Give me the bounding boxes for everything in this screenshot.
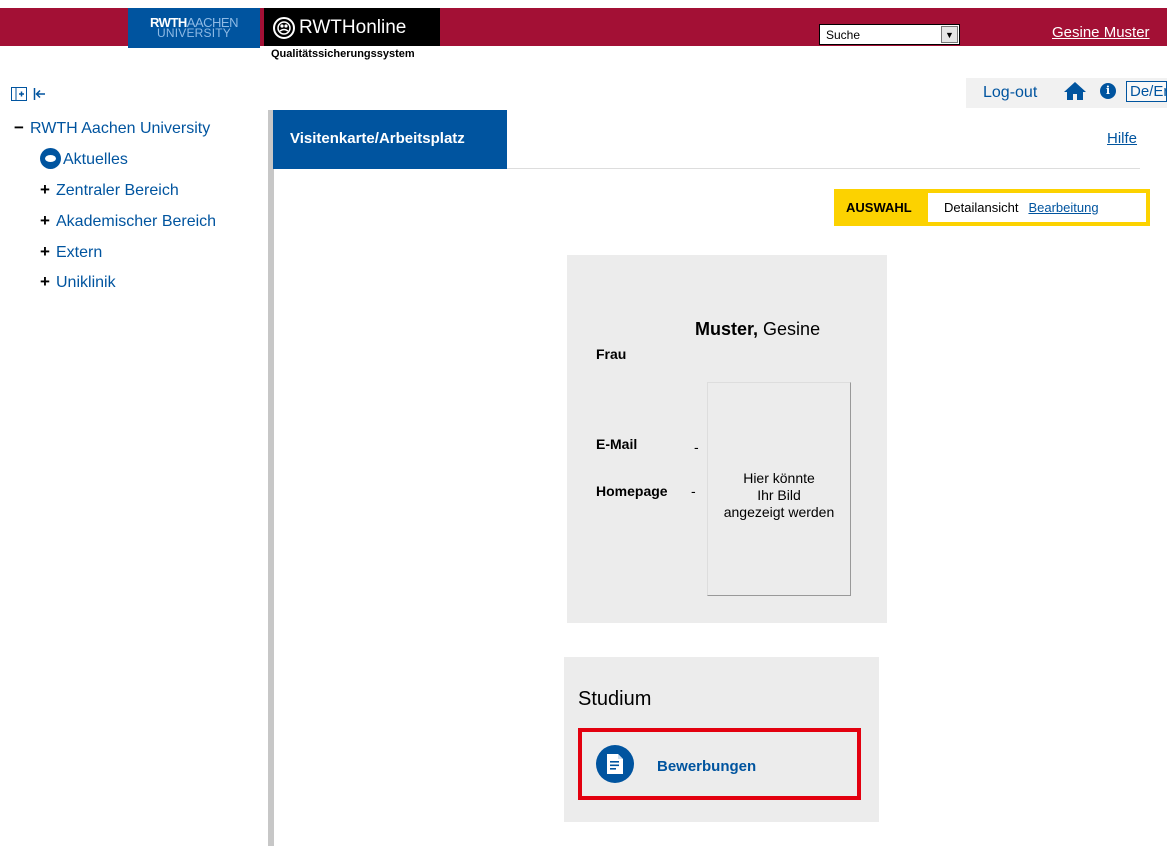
app-name: RWTHonline <box>299 17 407 38</box>
expand-icon[interactable]: + <box>40 272 56 292</box>
user-name-link[interactable]: Gesine Muster <box>1052 24 1150 41</box>
edit-view-link[interactable]: Bearbeitung <box>1028 200 1098 215</box>
divider <box>507 168 1140 169</box>
chevron-down-icon[interactable]: ▼ <box>941 26 958 43</box>
sidebar-divider[interactable] <box>268 110 274 846</box>
photo-placeholder: Hier könnte Ihr Bild angezeigt werden <box>707 382 851 596</box>
collapse-icon[interactable]: − <box>14 118 30 138</box>
last-name: Muster, <box>695 319 759 339</box>
language-switch[interactable]: De/En <box>1126 81 1167 102</box>
email-label: E-Mail <box>596 436 638 452</box>
expand-icon[interactable]: + <box>40 180 56 200</box>
app-subtitle: Qualitätssicherungssystem <box>271 48 415 60</box>
expand-icon[interactable]: + <box>40 211 56 231</box>
email-value: - <box>694 439 699 455</box>
homepage-label: Homepage <box>596 483 668 499</box>
collapse-sidebar-icon[interactable] <box>33 87 47 104</box>
expand-tree-icon[interactable] <box>11 87 27 104</box>
detail-view-option: Detailansicht <box>944 200 1019 215</box>
news-icon <box>40 148 61 169</box>
tree-item-aktuelles[interactable]: Aktuelles <box>40 148 128 169</box>
tree-item-uniklinik[interactable]: + Uniklinik <box>40 272 116 292</box>
tree-item-label: Aktuelles <box>63 151 128 168</box>
tree-item-rwth-aachen-university[interactable]: − RWTH Aachen University <box>14 118 210 138</box>
help-link[interactable]: Hilfe <box>1107 130 1137 147</box>
sidebar-controls <box>11 87 47 104</box>
home-icon[interactable] <box>1063 80 1087 102</box>
applications-link[interactable]: Bewerbungen <box>657 758 756 775</box>
tree-item-extern[interactable]: + Extern <box>40 242 102 262</box>
studium-title: Studium <box>578 688 652 710</box>
person-name: Muster, Gesine <box>695 319 820 340</box>
photo-placeholder-line: angezeigt werden <box>723 503 835 520</box>
view-selector-label: AUSWAHL <box>838 193 928 222</box>
first-name: Gesine <box>763 319 821 339</box>
tree-item-label: Uniklinik <box>56 274 116 291</box>
tab-visitenkarte[interactable]: Visitenkarte/Arbeitsplatz <box>273 110 507 169</box>
tree-item-label: RWTH Aachen University <box>30 120 211 137</box>
tree-item-zentraler-bereich[interactable]: + Zentraler Bereich <box>40 180 179 200</box>
photo-placeholder-line: Hier könnte <box>743 469 815 486</box>
rwth-logo[interactable]: RWTHAACHEN UNIVERSITY <box>128 8 260 48</box>
tree-item-akademischer-bereich[interactable]: + Akademischer Bereich <box>40 211 216 231</box>
expand-icon[interactable]: + <box>40 242 56 262</box>
salutation: Frau <box>596 346 627 362</box>
homepage-value: - <box>691 483 696 499</box>
photo-placeholder-line: Ihr Bild <box>757 486 801 503</box>
tree-item-label: Zentraler Bereich <box>56 182 179 199</box>
document-icon[interactable] <box>596 745 634 783</box>
tree-item-label: Akademischer Bereich <box>56 213 217 230</box>
tree-item-label: Extern <box>56 244 103 261</box>
view-selector: AUSWAHL Detailansicht Bearbeitung <box>834 189 1150 226</box>
search-select[interactable]: Suche ▼ <box>819 24 960 45</box>
rwthonline-logo[interactable]: RWTHonline <box>264 8 440 46</box>
search-select-value: Suche <box>826 27 861 42</box>
rwthonline-emblem-icon <box>273 17 295 39</box>
logout-link[interactable]: Log-out <box>983 84 1037 102</box>
info-icon[interactable]: i <box>1100 83 1116 99</box>
